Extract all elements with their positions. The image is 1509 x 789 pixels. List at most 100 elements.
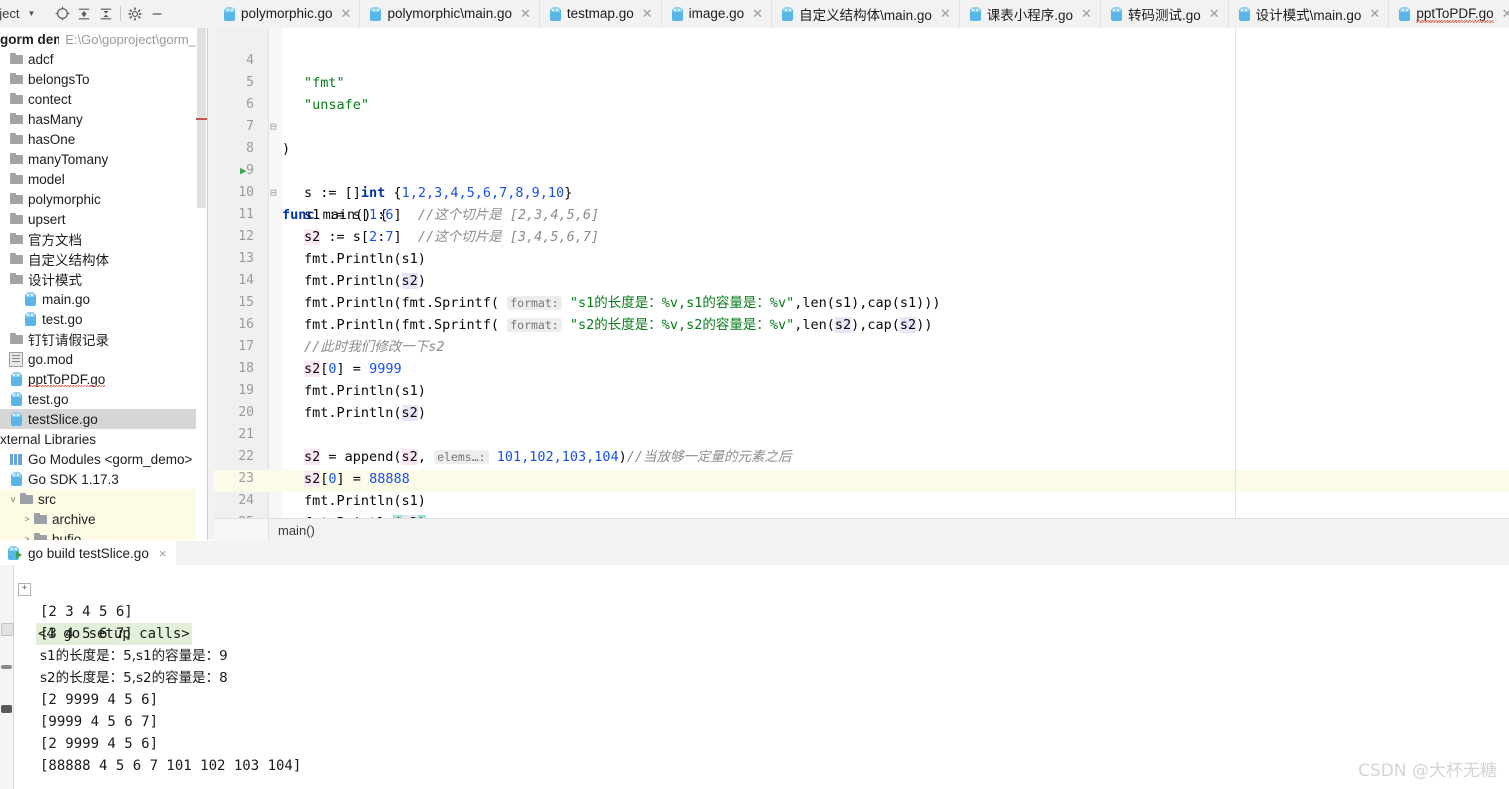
close-icon[interactable]: ✕	[642, 6, 653, 22]
code-editor[interactable]: 4 "fmt" 5 "unsafe" 6 ⊟ ) 7 8 ▶ ⊟ func ma…	[214, 28, 1509, 518]
code-line[interactable]: 11 s2 := s[2:7] //这个切片是 [3,4,5,6,7]	[214, 182, 1509, 245]
console-gutter-icon[interactable]	[1, 705, 12, 713]
code-line[interactable]: 22 s2[0] = 88888	[214, 424, 1509, 487]
code-line[interactable]: 13 fmt.Println(s2)	[214, 226, 1509, 289]
code-line[interactable]: 23 fmt.Println(s1)	[214, 446, 1509, 509]
folder-icon	[8, 171, 24, 187]
editor-tab-label: 自定义结构体\main.go	[799, 7, 932, 23]
tree-item-polymorphic[interactable]: polymorphic	[0, 189, 196, 209]
code-line[interactable]: 17 s2[0] = 9999	[214, 314, 1509, 377]
code-line[interactable]: 7	[214, 94, 1509, 134]
tree-item-custom-struct[interactable]: 自定义结构体	[0, 249, 196, 269]
sidebar-scrollbar[interactable]	[196, 28, 207, 540]
close-icon[interactable]: ✕	[1081, 6, 1092, 22]
run-config-tab[interactable]: go build testSlice.go ×	[0, 541, 177, 567]
editor-tab[interactable]: 转码测试.go ✕	[1100, 0, 1229, 27]
code-line[interactable]: 20	[214, 380, 1509, 420]
gear-icon[interactable]	[124, 3, 146, 25]
code-line[interactable]: 25 ⊟ }	[214, 490, 1509, 518]
close-icon[interactable]: ✕	[1369, 6, 1380, 22]
console-gutter-icon[interactable]	[1, 623, 14, 636]
tree-item-hasone[interactable]: hasOne	[0, 129, 196, 149]
code-line[interactable]: 12 fmt.Println(s1)	[214, 204, 1509, 267]
code-line[interactable]: 9 s := []int {1,2,3,4,5,6,7,8,9,10}	[214, 138, 1509, 201]
tree-item-bufio[interactable]: > bufio	[0, 529, 196, 540]
code-line-current[interactable]: 24 fmt.Println(s2)	[214, 468, 1509, 518]
tree-item-go-mod[interactable]: go.mod	[0, 349, 196, 369]
chevron-right-icon[interactable]: >	[22, 534, 32, 540]
tree-item-test-go[interactable]: test.go	[0, 309, 196, 329]
breadcrumb-item[interactable]: main()	[278, 523, 315, 538]
expand-all-icon[interactable]	[95, 3, 117, 25]
tree-item-src[interactable]: v src	[0, 489, 196, 509]
code-line[interactable]: 19 fmt.Println(s2)	[214, 358, 1509, 421]
close-icon[interactable]: ✕	[341, 6, 352, 22]
chevron-down-icon[interactable]: v	[8, 494, 18, 504]
tree-item-hasmany[interactable]: hasMany	[0, 109, 196, 129]
close-icon[interactable]: ✕	[1209, 6, 1220, 22]
error-stripe-mark[interactable]	[196, 118, 207, 120]
code-line[interactable]: 6 ⊟ )	[214, 72, 1509, 157]
editor-tab[interactable]: 自定义结构体\main.go ✕	[772, 0, 960, 27]
chevron-right-icon[interactable]: >	[22, 514, 32, 524]
code-line[interactable]: 14 fmt.Println(fmt.Sprintf( format: "s1的…	[214, 248, 1509, 311]
editor-tab[interactable]: image.go ✕	[661, 0, 773, 27]
editor-tab[interactable]: polymorphic.go ✕	[214, 0, 361, 27]
code-line[interactable]: 21 s2 = append(s2, elems…: 101,102,103,1…	[214, 402, 1509, 465]
code-line[interactable]: 5 "unsafe"	[214, 50, 1509, 113]
tree-item-archive[interactable]: > archive	[0, 509, 196, 529]
expand-icon[interactable]: +	[18, 583, 31, 596]
editor-tab[interactable]: 课表小程序.go ✕	[959, 0, 1101, 27]
close-icon[interactable]: ×	[159, 546, 167, 561]
editor-tab[interactable]: 设计模式\main.go ✕	[1228, 0, 1390, 27]
editor-tab[interactable]: pptToPDF.go ✕	[1389, 0, 1509, 27]
tree-item-ppttopdf-go[interactable]: pptToPDF.go	[0, 369, 196, 389]
tree-item-external-libraries[interactable]: xternal Libraries	[0, 429, 196, 449]
tree-item-label: hasOne	[28, 131, 76, 147]
code-line[interactable]: 10 s1 := s[1:6] //这个切片是 [2,3,4,5,6]	[214, 160, 1509, 223]
tree-item-project-root[interactable]: gorm demo E:\Go\goproject\gorm_	[0, 29, 196, 49]
code-line[interactable]: 15 fmt.Println(fmt.Sprintf( format: "s2的…	[214, 270, 1509, 333]
editor-tab-bar[interactable]: polymorphic.go ✕ polymorphic\main.go ✕ t…	[214, 0, 1509, 27]
run-tool-window[interactable]: go build testSlice.go × + <4 go setup ca…	[0, 541, 1509, 789]
close-icon[interactable]: ✕	[1502, 6, 1509, 22]
code-line[interactable]: 16 //此时我们修改一下s2	[214, 292, 1509, 355]
tree-item-design-patterns[interactable]: 设计模式	[0, 269, 196, 289]
tree-item-testslice-go[interactable]: testSlice.go	[0, 409, 196, 429]
editor-tab[interactable]: polymorphic\main.go ✕	[360, 0, 540, 27]
console-gutter-icon[interactable]	[1, 665, 12, 669]
tree-item-official-docs[interactable]: 官方文档	[0, 229, 196, 249]
tree-item-label: contect	[28, 91, 72, 107]
tree-item-go-sdk[interactable]: Go SDK 1.17.3	[0, 469, 196, 489]
code-line[interactable]: 4 "fmt"	[214, 28, 1509, 91]
locate-target-icon[interactable]	[51, 3, 73, 25]
breadcrumb[interactable]: main()	[214, 518, 1509, 542]
editor-tab[interactable]: testmap.go ✕	[539, 0, 662, 27]
code-content[interactable]: 4 "fmt" 5 "unsafe" 6 ⊟ ) 7 8 ▶ ⊟ func ma…	[214, 28, 1509, 518]
go-file-icon	[224, 6, 235, 21]
tree-item-go-modules[interactable]: Go Modules <gorm_demo>	[0, 449, 196, 469]
tree-item-contect[interactable]: contect	[0, 89, 196, 109]
console-line: [2 3 4 5 6]	[14, 601, 1414, 623]
project-tree[interactable]: gorm demo E:\Go\goproject\gorm_ adcf bel…	[0, 28, 196, 540]
code-line[interactable]: 8 ▶ ⊟ func main() {	[214, 116, 1509, 223]
close-icon[interactable]: ✕	[940, 6, 951, 22]
tree-item-model[interactable]: model	[0, 169, 196, 189]
tree-item-main-go[interactable]: main.go	[0, 289, 196, 309]
console-output[interactable]: + <4 go setup calls> [2 3 4 5 6] [3 4 5 …	[14, 565, 1509, 789]
tree-item-manytomany[interactable]: manyTomany	[0, 149, 196, 169]
close-icon[interactable]: ✕	[752, 6, 763, 22]
collapse-all-icon[interactable]	[73, 3, 95, 25]
tree-item-upsert[interactable]: upsert	[0, 209, 196, 229]
run-tab-bar[interactable]	[0, 541, 1509, 566]
chevron-down-icon[interactable]: ▼	[27, 9, 35, 18]
code-line[interactable]: 18 fmt.Println(s1)	[214, 336, 1509, 399]
minimize-icon[interactable]	[146, 3, 168, 25]
tree-item-adcf[interactable]: adcf	[0, 49, 196, 69]
close-icon[interactable]: ✕	[520, 6, 531, 22]
tree-item-test-go-root[interactable]: test.go	[0, 389, 196, 409]
tree-item-belongsto[interactable]: belongsTo	[0, 69, 196, 89]
go-file-icon	[549, 6, 561, 21]
console-gutter[interactable]	[0, 565, 14, 789]
tree-item-dingtalk-leave[interactable]: 钉钉请假记录	[0, 329, 196, 349]
